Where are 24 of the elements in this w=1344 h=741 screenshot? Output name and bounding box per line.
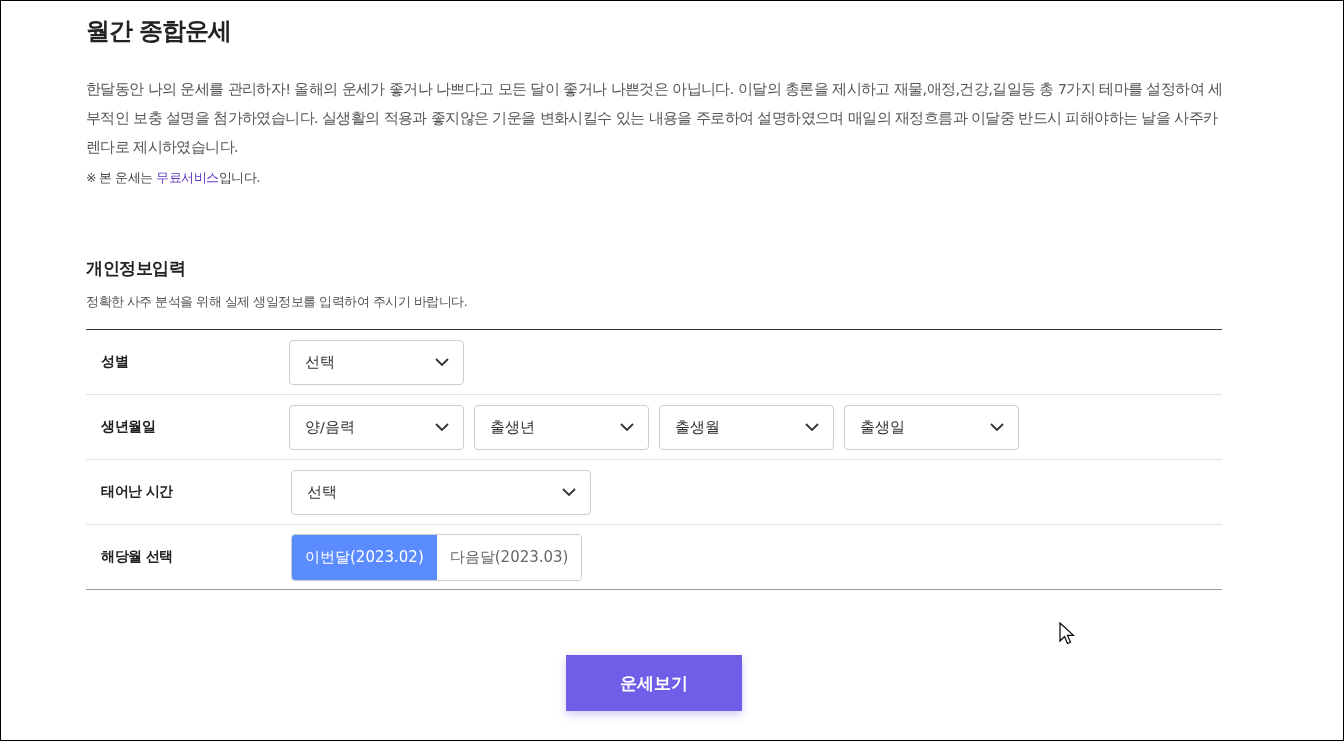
field-label: 태어난 시간 [100,483,174,501]
chevron-down-icon [620,423,634,431]
field-label: 해당월 선택 [100,548,174,566]
submit-button[interactable]: 운세보기 [566,655,742,711]
section-subtitle: 정확한 사주 분석을 위해 실제 생일정보를 입력하여 주시기 바랍니다. [86,294,469,311]
chevron-down-icon [990,423,1004,431]
page-title: 월간 종합운세 [86,16,233,47]
dropdown-select[interactable]: 선택 [289,339,464,385]
field-label: 생년월일 [100,418,156,436]
dropdown-select[interactable]: 출생월 [659,404,834,450]
dropdown-select[interactable]: 출생일 [844,404,1019,450]
field-label: 성별 [100,353,129,371]
intro-paragraph: 한달동안 나의 운세를 관리하자! 올해의 운세가 좋거나 나쁘다고 모든 달이 좋거나 나쁜것은 아닙니다. 이달의 총론을 제시하고 재물,애정,건강,길일등 총 7가지 테마를 설정하여 세부적인 보충 설명을 첨가하였습니다. 실생활의 적용과 좋지않은 기운을 변화시킬수 있는 내용을 주로하여 설명하였으며 매일의 재정흐름과 이달중 반드시 피해야하는 날을 사주카렌다로 제시하였습니다. [86,80,1224,157]
section-heading: 개인정보입력 [86,257,186,280]
mouse-cursor-icon [1059,622,1075,646]
chevron-down-icon [805,423,819,431]
chevron-down-icon [562,488,576,496]
free-service-link[interactable]: 무료서비스 [156,170,219,185]
dropdown-select[interactable]: 양/음력 [289,404,464,450]
chevron-down-icon [435,358,449,366]
notice-text: ※ 본 운세는 무료서비스입니다. [86,170,261,187]
chevron-down-icon [435,423,449,431]
dropdown-select[interactable]: 선택 [291,469,591,515]
dropdown-select[interactable]: 출생년 [474,404,649,450]
